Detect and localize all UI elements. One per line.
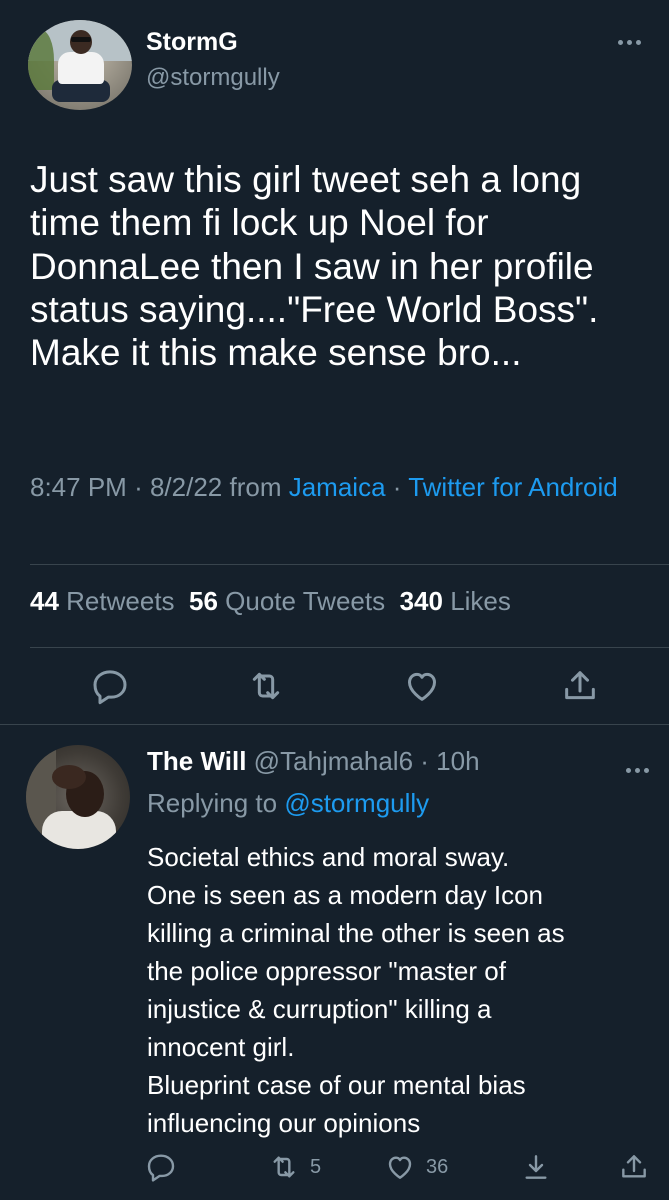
divider	[30, 647, 669, 648]
meta-separator: ·	[392, 472, 409, 502]
like-icon	[388, 1156, 412, 1179]
tweet-stats: 44 Retweets 56 Quote Tweets 340 Likes	[30, 586, 511, 617]
author-name[interactable]: StormG	[146, 28, 238, 57]
divider	[30, 564, 669, 565]
reply-retweet-count: 5	[310, 1155, 322, 1178]
tweet-time: 8:47 PM	[30, 472, 127, 502]
avatar-figure-shirt	[42, 811, 116, 849]
like-icon[interactable]	[402, 666, 442, 706]
from-label: from	[229, 472, 282, 502]
thread-separator	[0, 724, 669, 725]
meta-separator: ·	[413, 746, 437, 776]
replying-to-label: Replying to	[147, 788, 278, 818]
retweet-icon	[273, 1156, 295, 1178]
avatar-plant	[28, 30, 54, 90]
meta-separator: ·	[134, 472, 150, 502]
reply-header: The Will @Tahjmahal6 · 10h	[147, 746, 480, 777]
more-options-icon[interactable]	[618, 32, 648, 45]
replying-to: Replying to @stormgully	[147, 788, 429, 819]
quote-tweets-stat[interactable]: 56 Quote Tweets	[189, 586, 385, 616]
reply-like-button[interactable]: 36	[384, 1150, 448, 1184]
retweets-stat[interactable]: 44 Retweets	[30, 586, 175, 616]
reply-reply-button[interactable]	[145, 1150, 177, 1184]
source-app-link[interactable]: Twitter for Android	[408, 472, 618, 502]
tweet-location-link[interactable]: Jamaica	[289, 472, 386, 502]
share-icon[interactable]	[560, 666, 600, 706]
reply-icon	[147, 1154, 175, 1182]
avatar-figure-sunglasses	[71, 37, 91, 42]
avatar-figure-shirt	[58, 52, 104, 84]
author-handle[interactable]: @stormgully	[146, 64, 280, 92]
author-avatar[interactable]	[28, 20, 132, 110]
more-options-icon[interactable]	[626, 760, 656, 773]
reply-author-avatar[interactable]	[26, 745, 130, 849]
reply-icon[interactable]	[90, 666, 130, 706]
reply-share-button[interactable]	[618, 1150, 650, 1184]
tweet-metadata: 8:47 PM · 8/2/22 from Jamaica · Twitter …	[30, 468, 650, 506]
reply-download-button[interactable]	[520, 1150, 552, 1184]
reply-retweet-button[interactable]: 5	[268, 1150, 321, 1184]
retweet-icon[interactable]	[246, 666, 286, 706]
tweet-date: 8/2/22	[149, 472, 223, 502]
avatar-figure-hand	[52, 765, 86, 789]
likes-stat[interactable]: 340 Likes	[400, 586, 511, 616]
download-icon	[525, 1155, 547, 1179]
tweet-text: Just saw this girl tweet seh a long time…	[30, 159, 599, 374]
avatar-figure-head	[70, 30, 92, 54]
reply-text: Societal ethics and moral sway. One is s…	[147, 842, 565, 1138]
reply-time[interactable]: 10h	[436, 746, 479, 776]
reply-author-name[interactable]: The Will	[147, 746, 246, 776]
reply-like-count: 36	[426, 1155, 449, 1178]
replying-to-handle[interactable]: @stormgully	[284, 788, 429, 818]
share-icon	[622, 1155, 646, 1178]
reply-author-handle[interactable]: @Tahjmahal6	[254, 746, 413, 776]
